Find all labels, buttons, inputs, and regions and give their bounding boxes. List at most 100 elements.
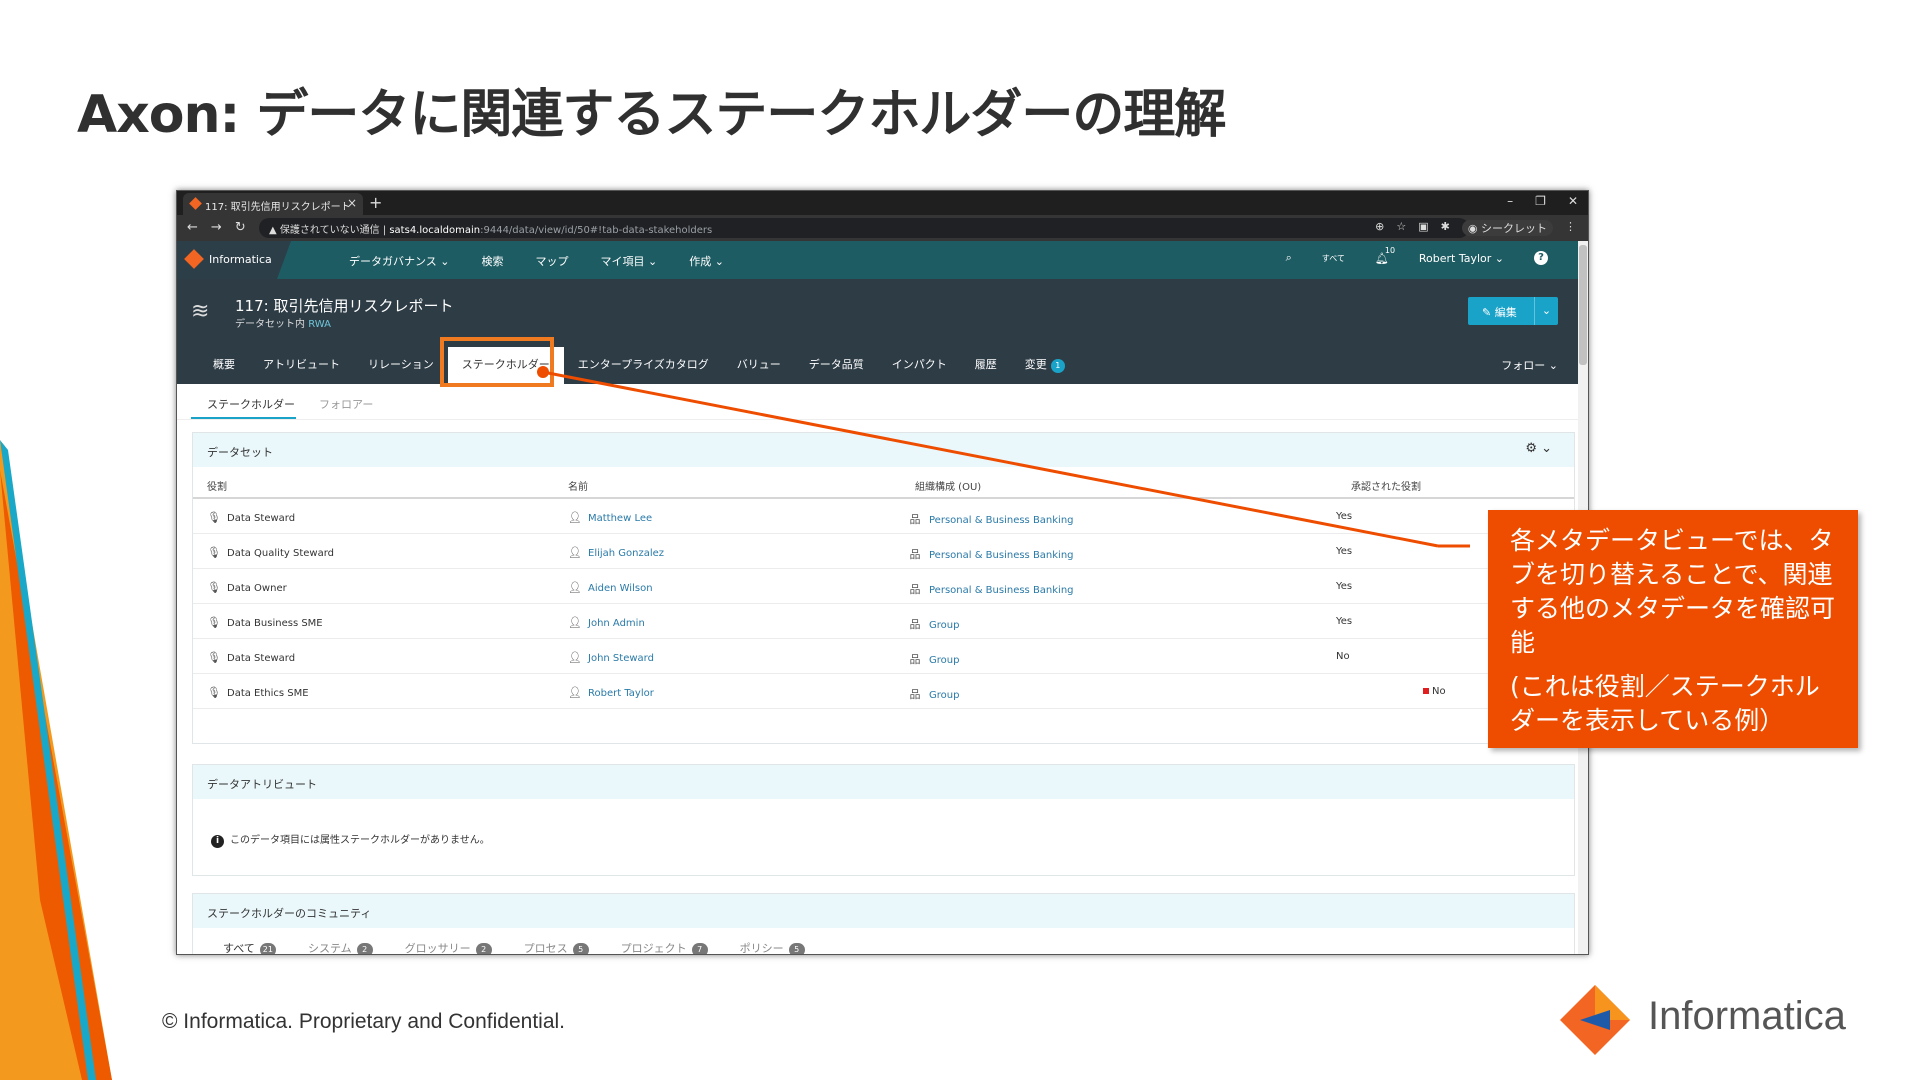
notification-count: 10 bbox=[1384, 245, 1396, 255]
browser-tab[interactable]: 117: 取引先信用リスクレポート × bbox=[183, 193, 363, 215]
asset-subtitle: データセット内 RWA bbox=[235, 315, 331, 330]
tab-changes[interactable]: 変更 1 bbox=[1011, 347, 1079, 384]
forward-icon[interactable]: → bbox=[211, 220, 222, 235]
url-field[interactable]: ▲ 保護されていない通信 | sats4.localdomain:9444/da… bbox=[259, 218, 1469, 238]
restore-icon[interactable]: ❐ bbox=[1535, 194, 1546, 208]
user-menu[interactable]: Robert Taylor ⌄ bbox=[1419, 252, 1504, 265]
org-chart-icon: 品 bbox=[909, 618, 921, 631]
ou-cell[interactable]: Personal & Business Banking bbox=[929, 515, 1074, 526]
community-panel-title: ステークホルダーのコミュニティ bbox=[207, 907, 372, 920]
slide-title: Axon: データに関連するステークホルダーの理解 bbox=[77, 85, 1226, 145]
name-cell[interactable]: Elijah Gonzalez bbox=[588, 548, 664, 559]
community-tab-policy[interactable]: ポリシー 5 bbox=[740, 940, 805, 954]
browser-tab-title: 117: 取引先信用リスクレポート bbox=[205, 202, 351, 213]
new-tab-button[interactable]: + bbox=[369, 193, 382, 212]
browser-menu-icon[interactable]: ⋮ bbox=[1565, 220, 1576, 236]
count-badge: 2 bbox=[475, 943, 492, 954]
name-cell[interactable]: John Admin bbox=[588, 618, 645, 629]
tab-impact[interactable]: インパクト bbox=[878, 347, 961, 384]
org-chart-icon: 品 bbox=[909, 513, 921, 526]
col-ou[interactable]: 組織構成 (OU) bbox=[915, 478, 981, 493]
table-row[interactable]: 🎙︎ Data Owner 👤︎ Aiden Wilson 品 Personal & … bbox=[193, 569, 1574, 604]
name-cell[interactable]: Matthew Lee bbox=[588, 513, 652, 524]
community-tab-label: プロセス bbox=[523, 942, 568, 955]
gear-icon[interactable]: ⚙ ⌄ bbox=[1525, 441, 1552, 456]
puzzle-extensions-icon[interactable]: ✱ bbox=[1441, 220, 1450, 236]
ou-cell[interactable]: Personal & Business Banking bbox=[929, 550, 1074, 561]
asset-title: 117: 取引先信用リスクレポート bbox=[235, 297, 454, 315]
nav-item-map[interactable]: マップ bbox=[536, 253, 569, 269]
back-icon[interactable]: ← bbox=[187, 220, 198, 235]
col-role[interactable]: 役割 bbox=[207, 478, 227, 493]
tab-relations[interactable]: リレーション bbox=[354, 347, 448, 384]
search-icon[interactable]: ⌕ bbox=[1286, 251, 1292, 265]
microphone-icon: 🎙︎ bbox=[207, 581, 221, 594]
nav-item-my-items[interactable]: マイ項目 ⌄ bbox=[601, 253, 658, 269]
follow-button[interactable]: フォロー ⌄ bbox=[1501, 357, 1558, 373]
table-row[interactable]: 🎙︎ Data Steward 👤︎ John Steward 品 Group No bbox=[193, 639, 1574, 674]
tab-overview[interactable]: 概要 bbox=[199, 347, 249, 384]
ou-cell[interactable]: Group bbox=[929, 690, 959, 701]
close-window-icon[interactable]: ✕ bbox=[1568, 194, 1578, 208]
dataset-panel: データセット ⚙ ⌄ 役割 名前 組織構成 (OU) 承認された役割 🎙︎ Dat… bbox=[192, 432, 1575, 744]
col-name[interactable]: 名前 bbox=[568, 478, 588, 493]
tab-changes-label: 変更 bbox=[1024, 358, 1047, 371]
approved-cell: No bbox=[1336, 651, 1350, 662]
tab-attributes[interactable]: アトリビュート bbox=[249, 347, 354, 384]
count-badge: 21 bbox=[259, 943, 276, 954]
ou-cell[interactable]: Personal & Business Banking bbox=[929, 585, 1074, 596]
tab-history[interactable]: 履歴 bbox=[961, 347, 1011, 384]
nav-item-data-governance[interactable]: データガバナンス ⌄ bbox=[349, 253, 450, 269]
minimize-icon[interactable]: – bbox=[1507, 194, 1513, 208]
table-row[interactable]: 🎙︎ Data Quality Steward 👤︎ Elijah Gonzalez… bbox=[193, 534, 1574, 569]
scrollbar-thumb[interactable] bbox=[1579, 245, 1587, 365]
extension-icon[interactable]: ▣ bbox=[1418, 220, 1428, 236]
community-panel-header: ステークホルダーのコミュニティ bbox=[193, 894, 1574, 928]
browser-toolbar-right: ⊕ ☆ ▣ ✱ ◉ シークレット ⋮ bbox=[1375, 220, 1576, 236]
zoom-icon[interactable]: ⊕ bbox=[1375, 220, 1384, 236]
tab-values[interactable]: バリュー bbox=[723, 347, 795, 384]
edit-button[interactable]: ✎ 編集 ⌄ bbox=[1468, 297, 1558, 325]
app-logo[interactable]: Informatica bbox=[177, 241, 277, 279]
name-cell[interactable]: Robert Taylor bbox=[588, 688, 654, 699]
reload-icon[interactable]: ↻ bbox=[235, 220, 246, 235]
informatica-logo-icon bbox=[184, 249, 204, 269]
ou-cell[interactable]: Group bbox=[929, 655, 959, 666]
name-cell[interactable]: John Steward bbox=[588, 653, 654, 664]
community-tab-project[interactable]: プロジェクト 7 bbox=[621, 940, 708, 954]
app-logo-text: Informatica bbox=[209, 253, 272, 266]
org-chart-icon: 品 bbox=[909, 583, 921, 596]
role-cell: Data Steward bbox=[227, 653, 296, 664]
subtab-followers[interactable]: フォロアー bbox=[319, 396, 373, 412]
close-tab-icon[interactable]: × bbox=[347, 196, 357, 210]
incognito-badge[interactable]: ◉ シークレット bbox=[1461, 220, 1553, 236]
notifications-button[interactable]: 🔔︎ 10 bbox=[1375, 246, 1395, 265]
unapproved-flag-icon bbox=[1423, 688, 1429, 694]
community-tab-glossary[interactable]: グロッサリー 2 bbox=[405, 940, 492, 954]
nav-item-create[interactable]: 作成 ⌄ bbox=[689, 253, 724, 269]
edit-dropdown-icon[interactable]: ⌄ bbox=[1534, 297, 1558, 325]
tab-data-quality[interactable]: データ品質 bbox=[795, 347, 878, 384]
name-cell[interactable]: Aiden Wilson bbox=[588, 583, 653, 594]
all-items-button[interactable]: すべて bbox=[1322, 253, 1345, 264]
dataset-link[interactable]: RWA bbox=[308, 319, 331, 330]
count-badge: 2 bbox=[356, 943, 373, 954]
table-row[interactable]: 🎙︎ Data Steward 👤︎ Matthew Lee 品 Personal &… bbox=[193, 499, 1574, 534]
community-panel: ステークホルダーのコミュニティ すべて 21 システム 2 グロッサリー 2 プロセス… bbox=[192, 893, 1575, 955]
community-tab-all[interactable]: すべて 21 bbox=[223, 940, 276, 954]
table-row[interactable]: 🎙︎ Data Business SME 👤︎ John Admin 品 Group … bbox=[193, 604, 1574, 639]
tab-enterprise-catalog[interactable]: エンタープライズカタログ bbox=[564, 347, 723, 384]
ou-cell[interactable]: Group bbox=[929, 620, 959, 631]
user-icon: 👤︎ bbox=[568, 581, 582, 594]
browser-window: 117: 取引先信用リスクレポート × + – ❐ ✕ ← → ↻ ▲ 保護され… bbox=[176, 190, 1589, 955]
bookmark-star-icon[interactable]: ☆ bbox=[1396, 220, 1406, 236]
community-tab-process[interactable]: プロセス 5 bbox=[523, 940, 589, 955]
community-tab-system[interactable]: システム 2 bbox=[308, 940, 373, 954]
community-tabs: すべて 21 システム 2 グロッサリー 2 プロセス 5 プロジェクト 7 ポリシー 5 bbox=[223, 940, 805, 955]
help-icon[interactable]: ? bbox=[1534, 251, 1548, 265]
table-row[interactable]: 🎙︎ Data Ethics SME 👤︎ Robert Taylor 品 Group… bbox=[193, 674, 1574, 709]
decorative-wedge bbox=[0, 440, 112, 1080]
nav-item-search[interactable]: 検索 bbox=[482, 253, 504, 269]
col-approved[interactable]: 承認された役割 bbox=[1351, 478, 1421, 493]
subtab-stakeholders[interactable]: ステークホルダー bbox=[207, 396, 295, 412]
